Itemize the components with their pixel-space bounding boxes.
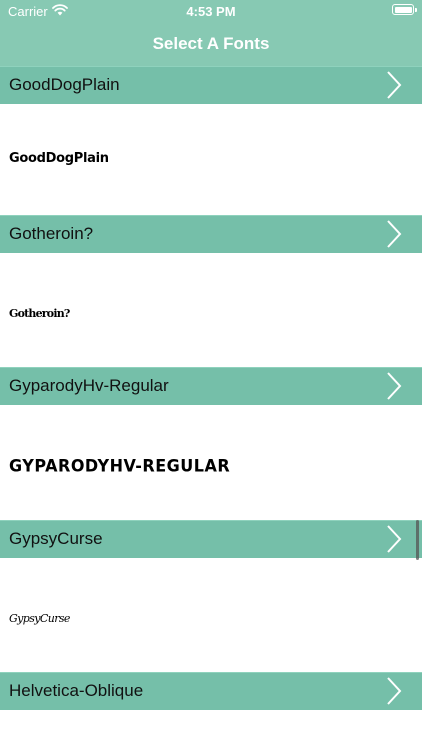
font-preview: GYPARODYHV-REGULAR xyxy=(9,455,231,476)
font-row-gooddogplain[interactable]: GoodDogPlain xyxy=(0,66,422,104)
battery-icon xyxy=(392,4,417,15)
font-name-label: GoodDogPlain xyxy=(9,75,120,94)
font-preview: GypsyCurse xyxy=(9,612,70,625)
chevron-right-icon xyxy=(387,372,402,400)
font-name-label: Helvetica-Oblique xyxy=(9,681,144,700)
status-time: 4:53 PM xyxy=(186,4,236,19)
font-list[interactable]: GoodDogPlain GoodDogPlain Gotheroin? Got… xyxy=(0,66,422,750)
status-bar: Carrier 4:53 PM xyxy=(0,0,422,22)
font-row-gyparodyhv-regular[interactable]: GyparodyHv-Regular xyxy=(0,367,422,405)
font-row-gotheroin[interactable]: Gotheroin? xyxy=(0,215,422,253)
font-preview: GoodDogPlain xyxy=(9,151,109,166)
font-name-label: GypsyCurse xyxy=(9,529,103,548)
font-row-helvetica-oblique[interactable]: Helvetica-Oblique xyxy=(0,672,422,710)
font-preview: Gotheroin? xyxy=(9,307,70,320)
font-row-gypsycurse[interactable]: GypsyCurse xyxy=(0,520,422,558)
chevron-right-icon xyxy=(387,525,402,553)
font-name-label: GyparodyHv-Regular xyxy=(9,376,169,395)
scrollbar[interactable] xyxy=(416,520,419,560)
font-name-label: Gotheroin? xyxy=(9,224,94,243)
chevron-right-icon xyxy=(387,71,402,99)
page-title: Select A Fonts xyxy=(152,34,270,53)
chevron-right-icon xyxy=(387,677,402,705)
chevron-right-icon xyxy=(387,220,402,248)
navigation-header: Carrier 4:53 PM Select A Fonts xyxy=(0,0,422,66)
